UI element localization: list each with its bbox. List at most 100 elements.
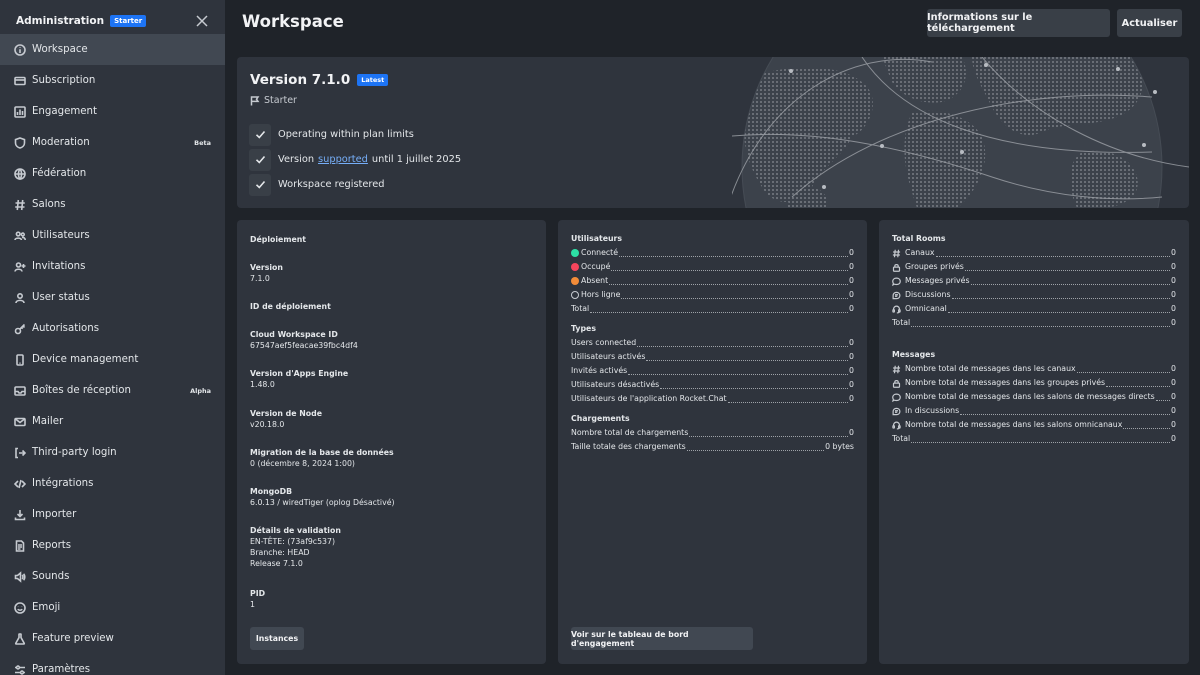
chart-icon [14,105,26,118]
stat-label: Invités activés [571,366,628,375]
field-mongodb: MongoDB 6.0.13 / wiredTiger (oplog Désac… [250,486,395,508]
sidebar-item-third-party-login[interactable]: Third-party login [0,437,225,468]
check-plan-limits: Operating within plan limits [249,122,461,147]
download-info-button[interactable]: Informations sur le téléchargement [927,9,1110,37]
sidebar-item-sounds[interactable]: Sounds [0,561,225,592]
sidebar-item-device-management[interactable]: Device management [0,344,225,375]
field-pid: PID 1 [250,588,265,610]
dot-leader [1123,428,1171,429]
dot-leader [1155,400,1171,401]
stat-label: Hors ligne [581,290,621,299]
sidebar-item-boites-de-reception[interactable]: Boîtes de réception Alpha [0,375,225,406]
refresh-button[interactable]: Actualiser [1117,9,1182,37]
stat-label: Utilisateurs activés [571,352,646,361]
busy-status-icon [571,263,579,271]
offline-status-icon [571,291,579,299]
dot-leader [609,284,849,285]
sidebar-item-federation[interactable]: Fédération [0,158,225,189]
sidebar-item-moderation[interactable]: Moderation Beta [0,127,225,158]
field-label: MongoDB [250,487,293,496]
section-title: Total Rooms [892,234,946,243]
stat-label: Taille totale des chargements [571,442,686,451]
supported-link[interactable]: supported [318,154,368,165]
document-icon [14,539,26,552]
stat-value: 0 [849,338,854,347]
sidebar-item-integrations[interactable]: Intégrations [0,468,225,499]
stat-row-taille-totale-des-chargements: Taille totale des chargements 0 bytes [571,440,854,454]
stat-label: Utilisateurs de l'application Rocket.Cha… [571,394,727,403]
field-value: 0 (décembre 8, 2024 1:00) [250,459,355,468]
sidebar-item-subscription[interactable]: Subscription [0,65,225,96]
sidebar-item-utilisateurs[interactable]: Utilisateurs [0,220,225,251]
field-commit-details: Détails de validation EN-TÊTE: (73af9c53… [250,525,341,569]
stat-label: Nombre total de messages dans les salons… [905,420,1123,429]
lock-icon [892,379,901,388]
engagement-dashboard-button[interactable]: Voir sur le tableau de bord d'engagement [571,627,753,650]
stat-value: 0 [1171,392,1176,401]
sidebar-nav: Workspace Subscription Engagement Moderatio… [0,34,225,675]
check-icon [249,148,271,171]
sidebar-item-importer[interactable]: Importer [0,499,225,530]
page-title: Workspace [242,12,344,31]
version-title-row: Version 7.1.0 Latest [250,72,389,88]
dot-leader [590,312,849,313]
stat-label: Occupé [581,262,611,271]
close-icon[interactable] [195,14,209,28]
stat-value: 0 [1171,364,1176,373]
emoji-icon [14,601,26,614]
headset-icon [892,305,901,314]
dot-leader [646,360,849,361]
stat-row-connecte: Connecté 0 [571,246,854,260]
types-stats: Types Users connected 0 Utilisateurs activé… [571,322,854,406]
stat-label: Utilisateurs désactivés [571,380,660,389]
sidebar-item-salons[interactable]: Salons [0,189,225,220]
field-value: Branche: HEAD [250,548,310,557]
dot-leader [951,298,1171,299]
sidebar-item-engagement[interactable]: Engagement [0,96,225,127]
version-card: Version 7.1.0 Latest Starter Operating w… [237,57,1189,208]
stat-value: 0 [849,352,854,361]
sidebar-item-label: Importer [32,509,77,520]
rooms-stats: Total Rooms Canaux 0 Groupes privés 0 Message… [892,232,1176,330]
dot-leader [619,256,849,257]
dot-leader [960,414,1171,415]
deployment-heading: Déploiement [250,234,306,245]
shield-icon [14,136,26,149]
dot-leader [911,326,1171,327]
sidebar-item-label: Device management [32,354,139,365]
sidebar-item-feature-preview[interactable]: Feature preview [0,623,225,654]
field-label: PID [250,589,266,598]
instances-button[interactable]: Instances [250,627,304,650]
sidebar-item-label: Fédération [32,168,87,179]
sidebar-item-invitations[interactable]: Invitations [0,251,225,282]
sidebar-item-user-status[interactable]: User status [0,282,225,313]
section-title: Chargements [571,414,630,423]
stat-label: Nombre total de messages dans les canaux [905,364,1076,373]
plan-badge: Starter [110,15,147,27]
stat-label: Canaux [905,248,935,257]
stat-value: 0 [849,248,854,257]
login-icon [14,447,26,459]
sidebar-item-mailer[interactable]: Mailer [0,406,225,437]
field-value: 67547aef5feacae39fbc4df4 [250,341,358,350]
chat-icon [892,393,901,402]
stat-value: 0 bytes [825,442,854,451]
dot-leader [611,270,849,271]
dot-leader [1076,372,1171,373]
sidebar-item-parametres[interactable]: Paramètres [0,654,225,675]
dot-leader [964,270,1171,271]
sidebar-item-reports[interactable]: Reports [0,530,225,561]
field-version: Version 7.1.0 [250,262,283,284]
dot-leader [970,284,1171,285]
stat-row-total: Total 0 [571,302,854,316]
sidebar-item-autorisations[interactable]: Autorisations [0,313,225,344]
uploads-stats: Chargements Nombre total de chargements 0 T… [571,412,854,454]
stat-value: 0 [849,380,854,389]
sidebar-item-emoji[interactable]: Emoji [0,592,225,623]
sidebar-item-label: Reports [32,540,72,551]
stat-label: In discussions [905,406,960,415]
sidebar-item-label: Engagement [32,106,97,117]
stat-row-in-discussions: In discussions 0 [892,404,1176,418]
settings-icon [14,664,26,675]
sidebar-item-workspace[interactable]: Workspace [0,34,225,65]
